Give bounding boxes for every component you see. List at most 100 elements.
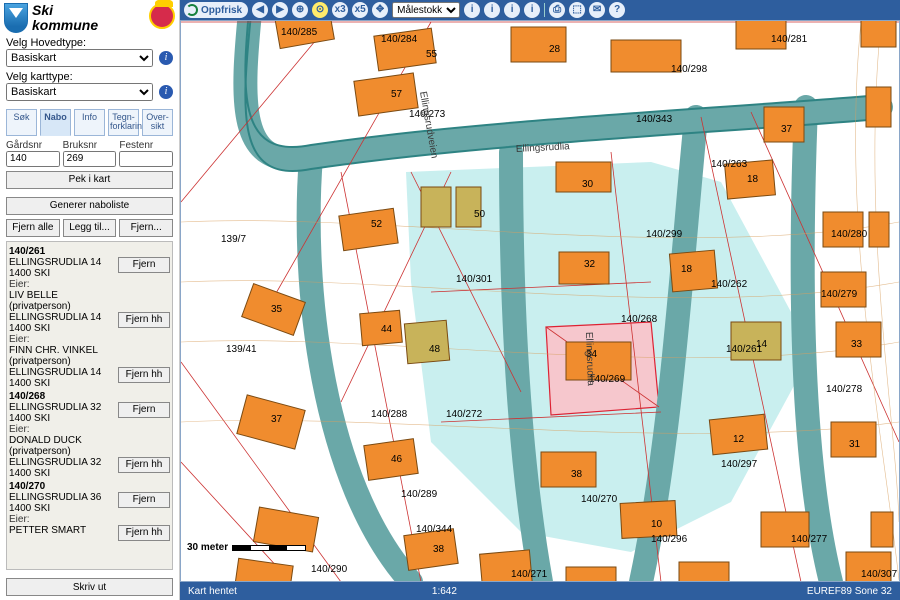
brand-title: Skikommune [32, 3, 98, 32]
parcel-label: 140/280 [831, 229, 868, 240]
karttype-select[interactable]: Basiskart [6, 83, 153, 101]
refresh-button[interactable]: Oppfrisk [184, 2, 248, 18]
info2-icon[interactable]: i [484, 2, 500, 18]
parcel-label: 31 [849, 439, 861, 450]
gard-input[interactable] [6, 151, 60, 167]
legg-til-button[interactable]: Legg til... [63, 219, 117, 237]
neighbor-text: FINN CHR. VINKEL(privatperson) [9, 345, 170, 367]
parcel-label: 140/298 [671, 64, 708, 75]
parcel-label: 46 [391, 454, 403, 465]
info-icon[interactable]: i [159, 51, 173, 65]
parcel-label: 140/277 [791, 534, 828, 545]
parcel-label: 18 [681, 264, 693, 275]
parcel-label: 140/344 [416, 524, 453, 535]
list-item: PETTER SMARTFjern hh [9, 525, 170, 542]
building [869, 212, 889, 247]
tab-sk[interactable]: Søk [6, 109, 37, 136]
parcel-label: 10 [651, 519, 663, 530]
x5-icon[interactable]: x5 [352, 2, 368, 18]
search-row: Gårdsnr Bruksnr Festenr [0, 140, 179, 167]
tab-tegnforklaring[interactable]: Tegn-forklaring [108, 109, 139, 136]
neighbor-text: ELLINGSRUDLIA 141400 SKI [9, 367, 118, 389]
gard-label: Gårdsnr [6, 140, 60, 151]
mail-icon[interactable]: ✉ [589, 2, 605, 18]
parcel-label: 38 [433, 544, 445, 555]
parcel-label: 37 [781, 124, 793, 135]
feste-label: Festenr [119, 140, 173, 151]
parcel-label: 140/296 [651, 534, 688, 545]
fjern_hh-button[interactable]: Fjern hh [118, 525, 170, 541]
info-icon[interactable]: i [159, 85, 173, 99]
pdf-icon[interactable]: ⬚ [569, 2, 585, 18]
parcel-label: 37 [271, 414, 283, 425]
feste-input[interactable] [119, 151, 173, 167]
street-label: Ellingsrudlia [516, 141, 571, 155]
fjern-dots-button[interactable]: Fjern... [119, 219, 173, 237]
parcel-label: 38 [571, 469, 583, 480]
building [861, 21, 896, 47]
list-item: ELLINGSRUDLIA 141400 SKIFjern hh [9, 367, 170, 389]
scale-select[interactable]: Målestokk [392, 2, 460, 18]
building [421, 187, 451, 227]
building [620, 501, 677, 539]
skriv-ut-button[interactable]: Skriv ut [6, 578, 173, 596]
parcel-label: 140/279 [821, 289, 858, 300]
help-icon[interactable]: ? [609, 2, 625, 18]
eier-label: Eier: [9, 279, 170, 290]
map-canvas[interactable]: 140/285140/2845528140/298140/28157140/27… [180, 20, 900, 582]
x3-icon[interactable]: x3 [332, 2, 348, 18]
street-label: Ellingsrudlia [583, 332, 596, 387]
map-toolbar: Oppfrisk ◀ ▶ ⊕ ⊙ x3 x5 ✥ Målestokk i i i… [180, 0, 900, 20]
neighbor-list[interactable]: 140/261ELLINGSRUDLIA 141400 SKIFjernEier… [6, 241, 173, 570]
eier-label: Eier: [9, 334, 170, 345]
list-item: ELLINGSRUDLIA 141400 SKIFjern [9, 257, 170, 279]
print-icon[interactable]: ⎙ [549, 2, 565, 18]
parcel-label: 57 [391, 89, 403, 100]
parcel-label: 52 [371, 219, 383, 230]
neighbor-header: 140/270 [9, 481, 170, 492]
eier-label: Eier: [9, 424, 170, 435]
list-item: ELLINGSRUDLIA 321400 SKIFjern hh [9, 457, 170, 479]
parcel-label: 140/285 [281, 27, 318, 38]
fjern_hh-button[interactable]: Fjern hh [118, 457, 170, 473]
fjern-button[interactable]: Fjern [118, 402, 170, 418]
fjern-button[interactable]: Fjern [118, 257, 170, 273]
neighbor-header: 140/261 [9, 246, 170, 257]
parcel-label: 33 [851, 339, 863, 350]
globe-icon[interactable]: ⊕ [292, 2, 308, 18]
info-icon[interactable]: i [464, 2, 480, 18]
fjern-button[interactable]: Fjern [118, 492, 170, 508]
info4-icon[interactable]: i [524, 2, 540, 18]
fjern_hh-button[interactable]: Fjern hh [118, 367, 170, 383]
parcel-label: 140/268 [621, 314, 658, 325]
neighbor-header: 140/268 [9, 391, 170, 402]
info3-icon[interactable]: i [504, 2, 520, 18]
parcel-label: 140/284 [381, 34, 418, 45]
refresh-icon [186, 4, 198, 16]
neighbor-text: ELLINGSRUDLIA 361400 SKI [9, 492, 118, 514]
tab-info[interactable]: Info [74, 109, 105, 136]
building [871, 512, 893, 547]
parcel-label: 30 [582, 179, 594, 190]
parcel-label: 139/7 [221, 234, 246, 245]
hovedtype-label: Velg Hovedtype: [6, 37, 173, 49]
parcel-label: 140/299 [646, 229, 683, 240]
bruk-input[interactable] [63, 151, 117, 167]
building [404, 320, 449, 364]
pan-icon[interactable]: ✥ [372, 2, 388, 18]
list-item: ELLINGSRUDLIA 321400 SKIFjern [9, 402, 170, 424]
zoom-in-icon[interactable]: ⊙ [312, 2, 328, 18]
fjern_hh-button[interactable]: Fjern hh [118, 312, 170, 328]
building [456, 187, 481, 227]
back-icon[interactable]: ◀ [252, 2, 268, 18]
status-bar: Kart hentet 1:642 EUREF89 Sone 32 [180, 582, 900, 600]
tab-oversikt[interactable]: Over-sikt [142, 109, 173, 136]
hovedtype-select[interactable]: Basiskart [6, 49, 153, 67]
generer-naboliste-button[interactable]: Generer naboliste [6, 197, 173, 215]
neighbor-text: ELLINGSRUDLIA 321400 SKI [9, 457, 118, 479]
fjern-alle-button[interactable]: Fjern alle [6, 219, 60, 237]
pek-i-kart-button[interactable]: Pek i kart [6, 171, 173, 189]
list-item: ELLINGSRUDLIA 361400 SKIFjern [9, 492, 170, 514]
forward-icon[interactable]: ▶ [272, 2, 288, 18]
tab-nabo[interactable]: Nabo [40, 109, 71, 136]
